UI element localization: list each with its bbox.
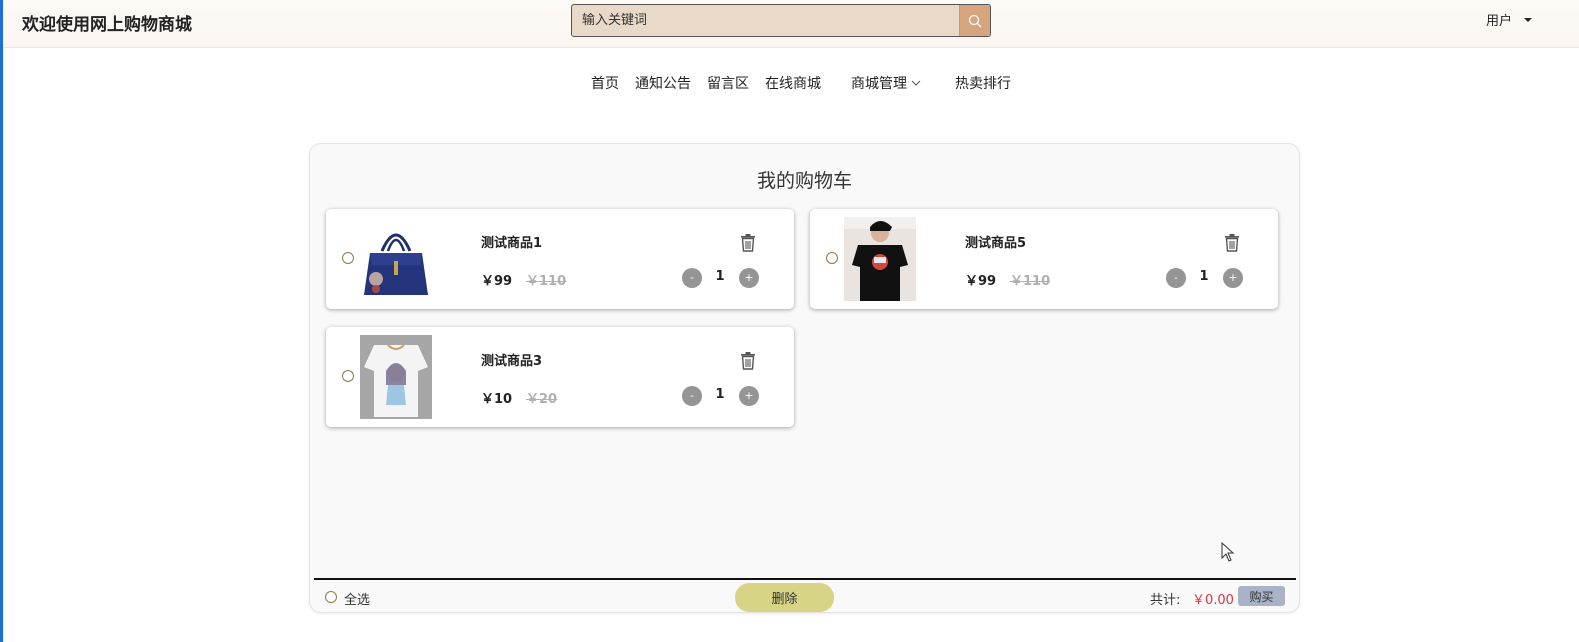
cart-item: 测试商品3 ￥10 ￥20 - 1 + <box>326 327 794 427</box>
mouse-cursor-icon <box>1221 542 1235 562</box>
site-title: 欢迎使用网上购物商城 <box>22 15 192 35</box>
buy-button[interactable]: 购买 <box>1238 586 1285 606</box>
cart-title: 我的购物车 <box>756 170 852 192</box>
user-label: 用户 <box>1486 14 1513 29</box>
nav-messages[interactable]: 留言区 <box>707 73 749 93</box>
nav-mall-management-label: 商城管理 <box>851 76 907 92</box>
trash-icon[interactable] <box>740 234 756 252</box>
total-label: 共计: <box>1150 593 1181 608</box>
product-old-price: ￥110 <box>1010 274 1051 289</box>
cart-item: 测试商品5 ￥99 ￥110 - 1 + <box>810 209 1278 309</box>
top-bar: 欢迎使用网上购物商城 用户 <box>3 0 1579 48</box>
qty-increase-button[interactable]: + <box>739 268 759 288</box>
handbag-image <box>360 217 432 301</box>
total-value: ￥0.00 <box>1192 593 1234 608</box>
white-tshirt-image <box>360 335 432 419</box>
chevron-down-icon <box>911 80 921 86</box>
trash-icon[interactable] <box>740 352 756 370</box>
item-select-radio[interactable] <box>342 252 354 264</box>
qty-decrease-button[interactable]: - <box>682 268 702 288</box>
caret-down-icon <box>1524 17 1533 22</box>
search-input[interactable] <box>572 5 959 36</box>
qty-value: 1 <box>1199 269 1209 284</box>
qty-decrease-button[interactable]: - <box>682 386 702 406</box>
item-select-radio[interactable] <box>342 370 354 382</box>
product-price: ￥99 <box>965 274 997 289</box>
nav-home[interactable]: 首页 <box>591 73 619 93</box>
product-name[interactable]: 测试商品3 <box>481 350 542 369</box>
product-price: ￥99 <box>481 274 513 289</box>
item-select-radio[interactable] <box>826 252 838 264</box>
qty-increase-button[interactable]: + <box>1223 268 1243 288</box>
main-nav: 首页 通知公告 留言区 在线商城 商城管理 热卖排行 <box>3 73 1579 93</box>
product-old-price: ￥20 <box>526 392 558 407</box>
select-all-radio[interactable] <box>325 591 337 603</box>
nav-mall-management[interactable]: 商城管理 <box>851 73 921 93</box>
user-menu[interactable]: 用户 <box>1486 10 1533 29</box>
product-name[interactable]: 测试商品1 <box>481 232 542 251</box>
qty-decrease-button[interactable]: - <box>1166 268 1186 288</box>
delete-button[interactable]: 删除 <box>735 583 834 612</box>
product-old-price: ￥110 <box>526 274 567 289</box>
footer-divider <box>314 578 1296 580</box>
product-price: ￥10 <box>481 392 513 407</box>
search-icon <box>968 14 982 27</box>
search-button[interactable] <box>959 5 990 36</box>
trash-icon[interactable] <box>1224 234 1240 252</box>
qty-value: 1 <box>715 269 725 284</box>
product-name[interactable]: 测试商品5 <box>965 232 1026 251</box>
nav-online-mall[interactable]: 在线商城 <box>765 73 821 93</box>
cart-panel: 我的购物车 测试商品1 ￥99 ￥110 - 1 + 测试商品5 ￥99 ￥11… <box>309 143 1300 613</box>
cart-item: 测试商品1 ￥99 ￥110 - 1 + <box>326 209 794 309</box>
nav-notices[interactable]: 通知公告 <box>635 73 691 93</box>
black-tshirt-image <box>844 217 916 301</box>
nav-hot-ranking[interactable]: 热卖排行 <box>955 73 1011 93</box>
search-box <box>571 4 991 37</box>
qty-value: 1 <box>715 387 725 402</box>
select-all-label[interactable]: 全选 <box>344 589 370 608</box>
qty-increase-button[interactable]: + <box>739 386 759 406</box>
